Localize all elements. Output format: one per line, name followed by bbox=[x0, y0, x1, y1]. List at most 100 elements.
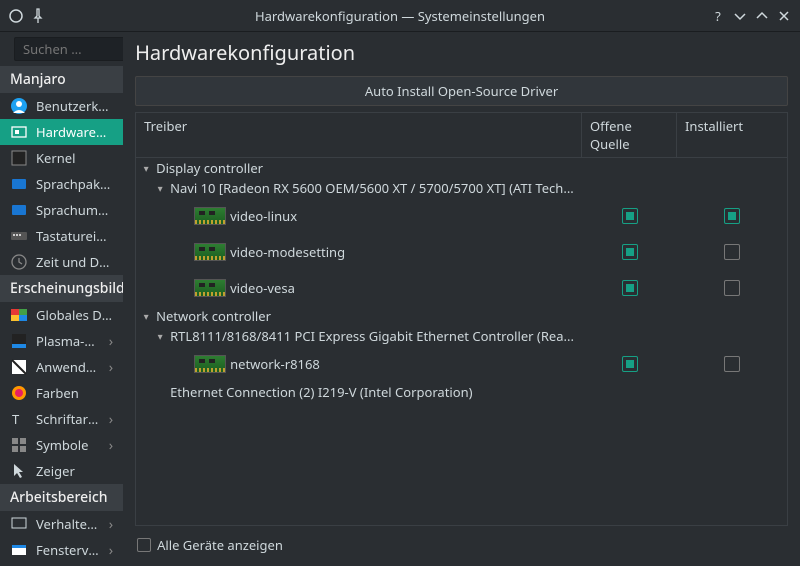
chevron-right-icon: › bbox=[109, 410, 113, 429]
sidebar-item-label: Zeit und Datum bbox=[36, 253, 113, 271]
installed-checkbox[interactable] bbox=[724, 280, 740, 296]
sidebar: Manjaro Benutzerkonten Hardwarekonfigura… bbox=[0, 32, 123, 566]
clock-icon bbox=[10, 253, 28, 271]
search-input[interactable] bbox=[14, 37, 123, 61]
tree-label: Network controller bbox=[156, 307, 271, 325]
tree-row-network-controller[interactable]: ▾ Network controller bbox=[136, 306, 787, 326]
chevron-down-icon[interactable]: ▾ bbox=[154, 329, 166, 343]
chevron-right-icon: › bbox=[109, 515, 113, 534]
sidebar-item-sprachpakete[interactable]: Sprachpakete bbox=[0, 171, 123, 197]
sidebar-item-benutzerkonten[interactable]: Benutzerkonten bbox=[0, 93, 123, 119]
pcb-icon bbox=[194, 279, 226, 297]
sidebar-item-verhalten[interactable]: Verhalten des Arbeitsbereichs › bbox=[0, 511, 123, 537]
maximize-icon[interactable] bbox=[754, 8, 770, 24]
chevron-down-icon[interactable]: ▾ bbox=[140, 161, 152, 175]
tree-label: Display controller bbox=[156, 159, 263, 177]
font-icon: T bbox=[10, 410, 28, 428]
app-menu-icon[interactable] bbox=[8, 8, 24, 24]
driver-name: video-linux bbox=[230, 207, 297, 225]
driver-name: video-modesetting bbox=[230, 243, 345, 261]
tree-row-driver[interactable]: video-linux bbox=[136, 198, 787, 234]
colors-icon bbox=[10, 384, 28, 402]
tree-header: Treiber Offene Quelle Installiert bbox=[136, 113, 787, 158]
driver-name: video-vesa bbox=[230, 279, 295, 297]
open-source-checkbox[interactable] bbox=[622, 356, 638, 372]
tree-label: Navi 10 [Radeon RX 5600 OEM/5600 XT / 57… bbox=[170, 179, 574, 197]
sidebar-item-label: Plasma-Stil bbox=[36, 332, 101, 350]
sidebar-item-kernel[interactable]: Kernel bbox=[0, 145, 123, 171]
tree-label: RTL8111/8168/8411 PCI Express Gigabit Et… bbox=[170, 327, 574, 345]
sidebar-item-label: Sprachpakete bbox=[36, 175, 113, 193]
pcb-icon bbox=[194, 243, 226, 261]
tree-row-driver[interactable]: video-modesetting bbox=[136, 234, 787, 270]
sidebar-item-label: Sprachumgebungseinstellungen bbox=[36, 201, 113, 219]
sidebar-item-hardware[interactable]: Hardwarekonfiguration bbox=[0, 119, 123, 145]
sidebar-item-schriftarten[interactable]: T Schriftarten › bbox=[0, 406, 123, 432]
tree-row-driver[interactable]: video-vesa bbox=[136, 270, 787, 306]
sidebar-item-zeit[interactable]: Zeit und Datum bbox=[0, 249, 123, 275]
plasma-icon bbox=[10, 332, 28, 350]
sidebar-item-label: Farben bbox=[36, 384, 113, 402]
sidebar-item-label: Zeiger bbox=[36, 462, 113, 480]
sidebar-item-label: Symbole bbox=[36, 436, 101, 454]
symbols-icon bbox=[10, 436, 28, 454]
sidebar-item-fenster[interactable]: Fensterverwaltung › bbox=[0, 537, 123, 563]
locale-icon bbox=[10, 201, 28, 219]
appstyle-icon bbox=[10, 358, 28, 376]
tree-row-driver[interactable]: network-r8168 bbox=[136, 346, 787, 382]
user-icon bbox=[10, 97, 28, 115]
windowmgmt-icon bbox=[10, 541, 28, 559]
chevron-right-icon: › bbox=[109, 332, 113, 351]
open-source-checkbox[interactable] bbox=[622, 280, 638, 296]
open-source-checkbox[interactable] bbox=[622, 208, 638, 224]
section-erscheinungsbild: Erscheinungsbild bbox=[0, 275, 123, 302]
col-treiber[interactable]: Treiber bbox=[136, 113, 582, 157]
show-all-label: Alle Geräte anzeigen bbox=[157, 536, 283, 554]
installed-checkbox[interactable] bbox=[724, 356, 740, 372]
tree-row-nic2[interactable]: Ethernet Connection (2) I219-V (Intel Co… bbox=[136, 382, 787, 402]
kernel-icon bbox=[10, 149, 28, 167]
pin-icon[interactable] bbox=[30, 8, 46, 24]
pcb-icon bbox=[194, 207, 226, 225]
sidebar-item-globales-design[interactable]: Globales Design bbox=[0, 302, 123, 328]
tree-row-display-controller[interactable]: ▾ Display controller bbox=[136, 158, 787, 178]
titlebar: Hardwarekonfiguration — Systemeinstellun… bbox=[0, 0, 800, 32]
sidebar-item-plasma-stil[interactable]: Plasma-Stil › bbox=[0, 328, 123, 354]
tree-row-nic1[interactable]: ▾ RTL8111/8168/8411 PCI Express Gigabit … bbox=[136, 326, 787, 346]
close-icon[interactable] bbox=[776, 8, 792, 24]
chevron-right-icon: › bbox=[109, 541, 113, 560]
sidebar-item-zeiger[interactable]: Zeiger bbox=[0, 458, 123, 484]
sidebar-item-label: Tastatureinstellungen bbox=[36, 227, 113, 245]
minimize-icon[interactable] bbox=[732, 8, 748, 24]
section-arbeitsbereich: Arbeitsbereich bbox=[0, 484, 123, 511]
sidebar-item-anwendungs-stil[interactable]: Anwendungs-Stil › bbox=[0, 354, 123, 380]
sidebar-item-label: Hardwarekonfiguration bbox=[36, 123, 113, 141]
window-title: Hardwarekonfiguration — Systemeinstellun… bbox=[98, 7, 702, 25]
sidebar-item-sprachumgebung[interactable]: Sprachumgebungseinstellungen bbox=[0, 197, 123, 223]
language-icon bbox=[10, 175, 28, 193]
help-icon[interactable]: ? bbox=[710, 8, 726, 24]
sidebar-item-label: Anwendungs-Stil bbox=[36, 358, 101, 376]
chevron-down-icon[interactable]: ▾ bbox=[154, 181, 166, 195]
col-installed[interactable]: Installiert bbox=[677, 113, 787, 157]
sidebar-item-label: Verhalten des Arbeitsbereichs bbox=[36, 515, 101, 533]
sidebar-item-farben[interactable]: Farben bbox=[0, 380, 123, 406]
sidebar-item-symbole[interactable]: Symbole › bbox=[0, 432, 123, 458]
chevron-down-icon[interactable]: ▾ bbox=[140, 309, 152, 323]
svg-text:T: T bbox=[12, 410, 20, 428]
show-all-checkbox[interactable] bbox=[137, 538, 151, 552]
sidebar-item-label: Kernel bbox=[36, 149, 113, 167]
page-title: Hardwarekonfiguration bbox=[135, 37, 788, 70]
sidebar-item-tastatur[interactable]: Tastatureinstellungen bbox=[0, 223, 123, 249]
installed-checkbox[interactable] bbox=[724, 244, 740, 260]
auto-install-button[interactable]: Auto Install Open-Source Driver bbox=[135, 76, 788, 106]
tree-row-gpu[interactable]: ▾ Navi 10 [Radeon RX 5600 OEM/5600 XT / … bbox=[136, 178, 787, 198]
installed-checkbox[interactable] bbox=[724, 208, 740, 224]
chevron-right-icon: › bbox=[109, 436, 113, 455]
cursor-icon bbox=[10, 462, 28, 480]
open-source-checkbox[interactable] bbox=[622, 244, 638, 260]
content-footer: Alle Geräte anzeigen bbox=[135, 532, 788, 558]
col-open[interactable]: Offene Quelle bbox=[582, 113, 677, 157]
workspace-icon bbox=[10, 515, 28, 533]
driver-name: network-r8168 bbox=[230, 355, 320, 373]
